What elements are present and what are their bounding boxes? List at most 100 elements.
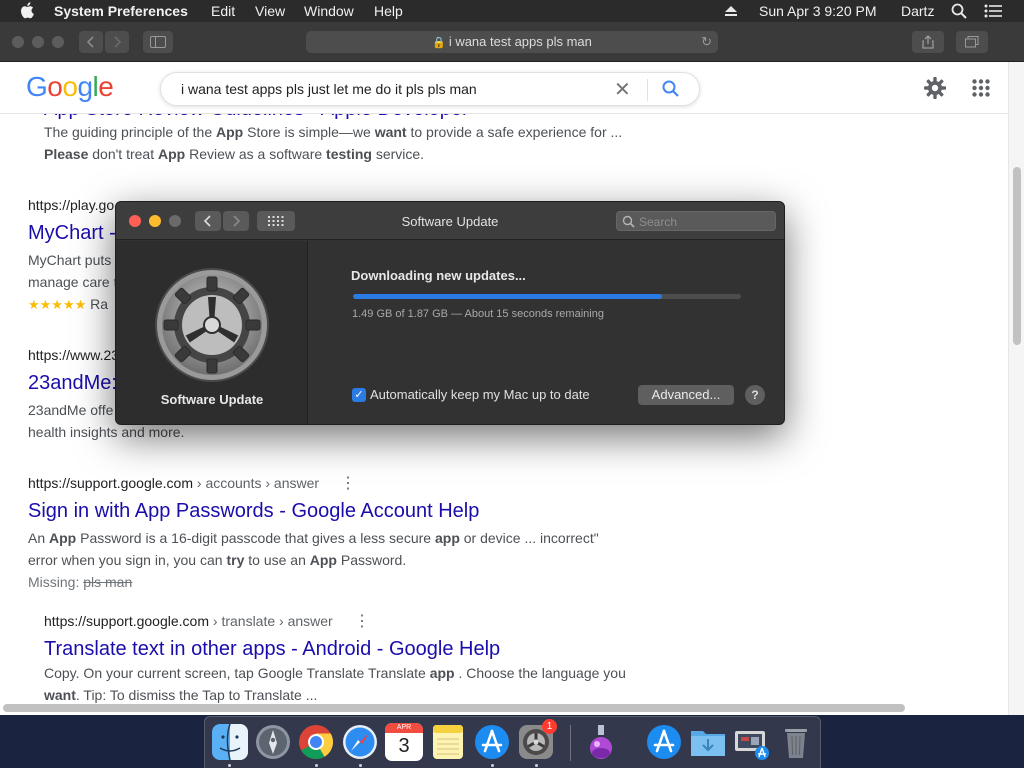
- search-placeholder: Search: [639, 215, 678, 229]
- browser-toolbar: 🔒 i wana test apps pls man ↻: [0, 22, 1024, 62]
- running-indicator: [315, 764, 318, 767]
- search-icon: [622, 215, 635, 228]
- more-options-icon[interactable]: ⋮: [340, 473, 356, 493]
- dock-separator: [570, 725, 571, 761]
- search-box[interactable]: i wana test apps pls just let me do it p…: [160, 72, 700, 106]
- google-apps-icon[interactable]: [972, 79, 990, 97]
- menu-view[interactable]: View: [255, 3, 285, 19]
- notes-icon[interactable]: [429, 723, 467, 761]
- sidebar-icon: [150, 36, 166, 48]
- tabs-icon: [965, 36, 979, 48]
- result-title-translate[interactable]: Translate text in other apps - Android -…: [44, 638, 500, 661]
- address-text: i wana test apps pls man: [448, 34, 592, 49]
- launchpad-icon[interactable]: [254, 723, 292, 761]
- clear-search-icon[interactable]: ✕: [614, 77, 631, 102]
- result-title-mychart[interactable]: MyChart -: [28, 222, 116, 245]
- auto-update-checkbox[interactable]: ✓: [352, 388, 366, 402]
- download-progress-fill: [353, 294, 662, 299]
- running-indicator: [359, 764, 362, 767]
- lock-icon: 🔒: [432, 37, 446, 49]
- screenshots-stack-icon[interactable]: [733, 723, 771, 761]
- calendar-day: 3: [398, 735, 410, 757]
- result-title-app-passwords[interactable]: Sign in with App Passwords - Google Acco…: [28, 500, 479, 523]
- logo-letter: o: [62, 71, 78, 102]
- auto-update-label[interactable]: Automatically keep my Mac up to date: [370, 387, 590, 402]
- menubar-clock[interactable]: Sun Apr 3 9:20 PM: [759, 3, 877, 19]
- download-status: Downloading new updates...: [351, 268, 526, 283]
- browser-forward-button[interactable]: [105, 31, 129, 53]
- result-snippet: An App Password is a 16-digit passcode t…: [28, 530, 599, 546]
- apple-menu-icon[interactable]: [20, 1, 36, 19]
- result-snippet: MyChart puts: [28, 252, 112, 268]
- scroll-thumb[interactable]: [3, 704, 905, 712]
- safari-icon[interactable]: [341, 723, 379, 761]
- window-titlebar[interactable]: Software Update Search: [116, 202, 784, 240]
- notification-badge: 1: [542, 719, 557, 734]
- logo-letter: G: [26, 71, 48, 102]
- calendar-icon[interactable]: APR 3: [385, 723, 423, 761]
- help-button[interactable]: ?: [745, 385, 765, 405]
- tab-overview-button[interactable]: [956, 31, 988, 53]
- prefs-search-field[interactable]: Search: [616, 211, 776, 231]
- browser-zoom-button[interactable]: [52, 36, 64, 48]
- download-progress-bar: [353, 294, 741, 299]
- browser-minimize-button[interactable]: [32, 36, 44, 48]
- result-snippet: manage care t: [28, 274, 118, 290]
- software-update-sidebar: Software Update: [116, 241, 308, 424]
- result-snippet: 23andMe offe: [28, 402, 114, 418]
- browser-back-button[interactable]: [79, 31, 103, 53]
- share-button[interactable]: [912, 31, 944, 53]
- missing-terms: Missing: pls man: [28, 574, 133, 590]
- settings-gear-icon[interactable]: [923, 76, 947, 100]
- result-url[interactable]: https://support.google.com › translate ›…: [44, 613, 333, 629]
- result-snippet: health insights and more.: [28, 424, 185, 440]
- download-progress-text: 1.49 GB of 1.87 GB — About 15 seconds re…: [352, 308, 604, 320]
- vertical-scrollbar[interactable]: [1008, 62, 1024, 715]
- running-indicator: [535, 764, 538, 767]
- notification-center-icon[interactable]: [984, 4, 1002, 18]
- advanced-button[interactable]: Advanced...: [638, 385, 734, 405]
- app-store-downloads-icon[interactable]: [645, 723, 683, 761]
- chrome-icon[interactable]: [297, 723, 335, 761]
- divider: [647, 79, 648, 101]
- search-input[interactable]: i wana test apps pls just let me do it p…: [181, 81, 477, 97]
- software-update-label: Software Update: [160, 392, 264, 407]
- google-header: Google i wana test apps pls just let me …: [0, 62, 1008, 114]
- reload-icon[interactable]: ↻: [701, 31, 712, 53]
- running-indicator: [491, 764, 494, 767]
- spotlight-search-icon[interactable]: [951, 3, 967, 19]
- installer-icon[interactable]: [582, 723, 620, 761]
- result-rating: ★★★★★ Ra: [28, 296, 109, 312]
- trash-icon[interactable]: [777, 723, 815, 761]
- menubar-user[interactable]: Dartz: [901, 3, 934, 19]
- app-store-icon[interactable]: [473, 723, 511, 761]
- sidebar-toggle-button[interactable]: [143, 31, 173, 53]
- menu-window[interactable]: Window: [304, 3, 354, 19]
- result-snippet: error when you sign in, you can try to u…: [28, 552, 407, 568]
- more-options-icon[interactable]: ⋮: [354, 611, 370, 631]
- rating-stars: ★★★★★: [28, 297, 87, 312]
- logo-letter: o: [47, 71, 63, 102]
- google-logo[interactable]: Google: [26, 71, 114, 103]
- result-snippet: The guiding principle of the App Store i…: [44, 124, 623, 140]
- horizontal-scrollbar[interactable]: [0, 701, 1008, 715]
- result-title-23andme[interactable]: 23andMe:: [28, 372, 117, 395]
- result-url[interactable]: https://www.23: [28, 347, 119, 363]
- browser-close-button[interactable]: [12, 36, 24, 48]
- software-update-window: Software Update Search Software Update D…: [115, 201, 785, 425]
- chevron-left-icon: [86, 36, 94, 48]
- scroll-thumb[interactable]: [1013, 167, 1021, 345]
- result-snippet: Copy. On your current screen, tap Google…: [44, 665, 626, 681]
- result-snippet: Please don't treat App Review as a softw…: [44, 146, 425, 162]
- app-menu-system-preferences[interactable]: System Preferences: [54, 3, 188, 19]
- downloads-folder-icon[interactable]: [689, 723, 727, 761]
- address-bar[interactable]: 🔒 i wana test apps pls man ↻: [306, 31, 718, 53]
- menu-help[interactable]: Help: [374, 3, 403, 19]
- search-icon[interactable]: [661, 79, 681, 99]
- dock: APR 3 1: [204, 716, 821, 768]
- result-url[interactable]: https://support.google.com › accounts › …: [28, 475, 319, 491]
- eject-icon[interactable]: [724, 5, 738, 17]
- menu-edit[interactable]: Edit: [211, 3, 235, 19]
- finder-icon[interactable]: [211, 723, 249, 761]
- result-url[interactable]: https://play.go: [28, 197, 114, 213]
